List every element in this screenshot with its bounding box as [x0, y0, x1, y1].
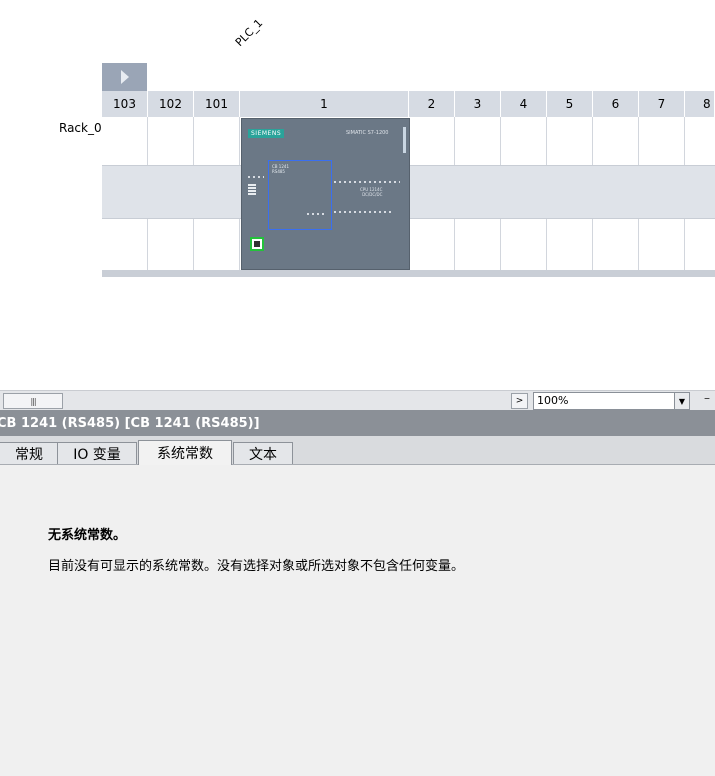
zoom-out-icon[interactable]: – [704, 391, 710, 405]
tab-io-tags[interactable]: IO 变量 [57, 442, 137, 464]
cb-1241-module-selected[interactable]: CB 1241 RS485 [268, 160, 332, 230]
input-terminal-row [334, 181, 400, 183]
io-led-icon [248, 183, 256, 195]
slot-header-4: 4 [501, 91, 547, 117]
tab-system-constants[interactable]: 系统常数 [138, 440, 232, 465]
device-view[interactable]: PLC_1 103 102 101 1 2 3 4 5 6 7 8 Rack_0… [0, 0, 715, 390]
cb-module-text: CB 1241 RS485 [272, 164, 289, 174]
properties-content: 无系统常数。 目前没有可显示的系统常数。没有选择对象或所选对象不包含任何变量。 [0, 465, 715, 776]
slot-header-103: 103 [102, 91, 148, 117]
cpu-type-text: CPU 1214C DC/DC/DC [360, 187, 383, 197]
slot-header-5: 5 [547, 91, 593, 117]
chevron-down-icon[interactable]: ▼ [674, 393, 689, 409]
plc-name-label[interactable]: PLC_1 [233, 17, 265, 49]
horizontal-scrollbar[interactable]: ||| > 100% ▼ – [0, 390, 715, 410]
slot-header-7: 7 [639, 91, 685, 117]
scrollbar-thumb[interactable]: ||| [3, 393, 63, 409]
rack-name-label: Rack_0 [59, 121, 102, 135]
siemens-logo: SIEMENS [248, 129, 285, 138]
expand-rack-button[interactable] [102, 63, 147, 91]
slot-header-8: 8 [685, 91, 715, 117]
empty-message-title: 无系统常数。 [48, 528, 127, 543]
triangle-right-icon [120, 70, 129, 84]
led-row [248, 176, 264, 178]
cb-terminal-row [307, 213, 327, 215]
slot-header-2: 2 [409, 91, 455, 117]
tab-general[interactable]: 常规 [0, 442, 60, 464]
properties-title: CB 1241 (RS485) [CB 1241 (RS485)] [0, 415, 260, 431]
cpu-module[interactable]: SIEMENS SIMATIC S7-1200 CPU 1214C DC/DC/… [241, 118, 410, 270]
slot-header-102: 102 [148, 91, 194, 117]
zoom-value: 100% [537, 394, 569, 407]
module-scroll-indicator [403, 127, 406, 153]
zoom-select[interactable]: 100% ▼ [533, 392, 690, 410]
scroll-right-button[interactable]: > [511, 393, 528, 409]
slot-header-6: 6 [593, 91, 639, 117]
cpu-model-text: SIMATIC S7-1200 [346, 130, 389, 136]
slot-header-101: 101 [194, 91, 240, 117]
slot-header-3: 3 [455, 91, 501, 117]
slot-header-1: 1 [240, 91, 409, 117]
ethernet-port-icon[interactable] [250, 237, 264, 251]
output-terminal-row [334, 211, 394, 213]
tab-texts[interactable]: 文本 [233, 442, 293, 464]
properties-title-bar: CB 1241 (RS485) [CB 1241 (RS485)] [0, 410, 715, 436]
empty-message-body: 目前没有可显示的系统常数。没有选择对象或所选对象不包含任何变量。 [48, 559, 465, 574]
rack-bottom-rail [102, 270, 715, 277]
